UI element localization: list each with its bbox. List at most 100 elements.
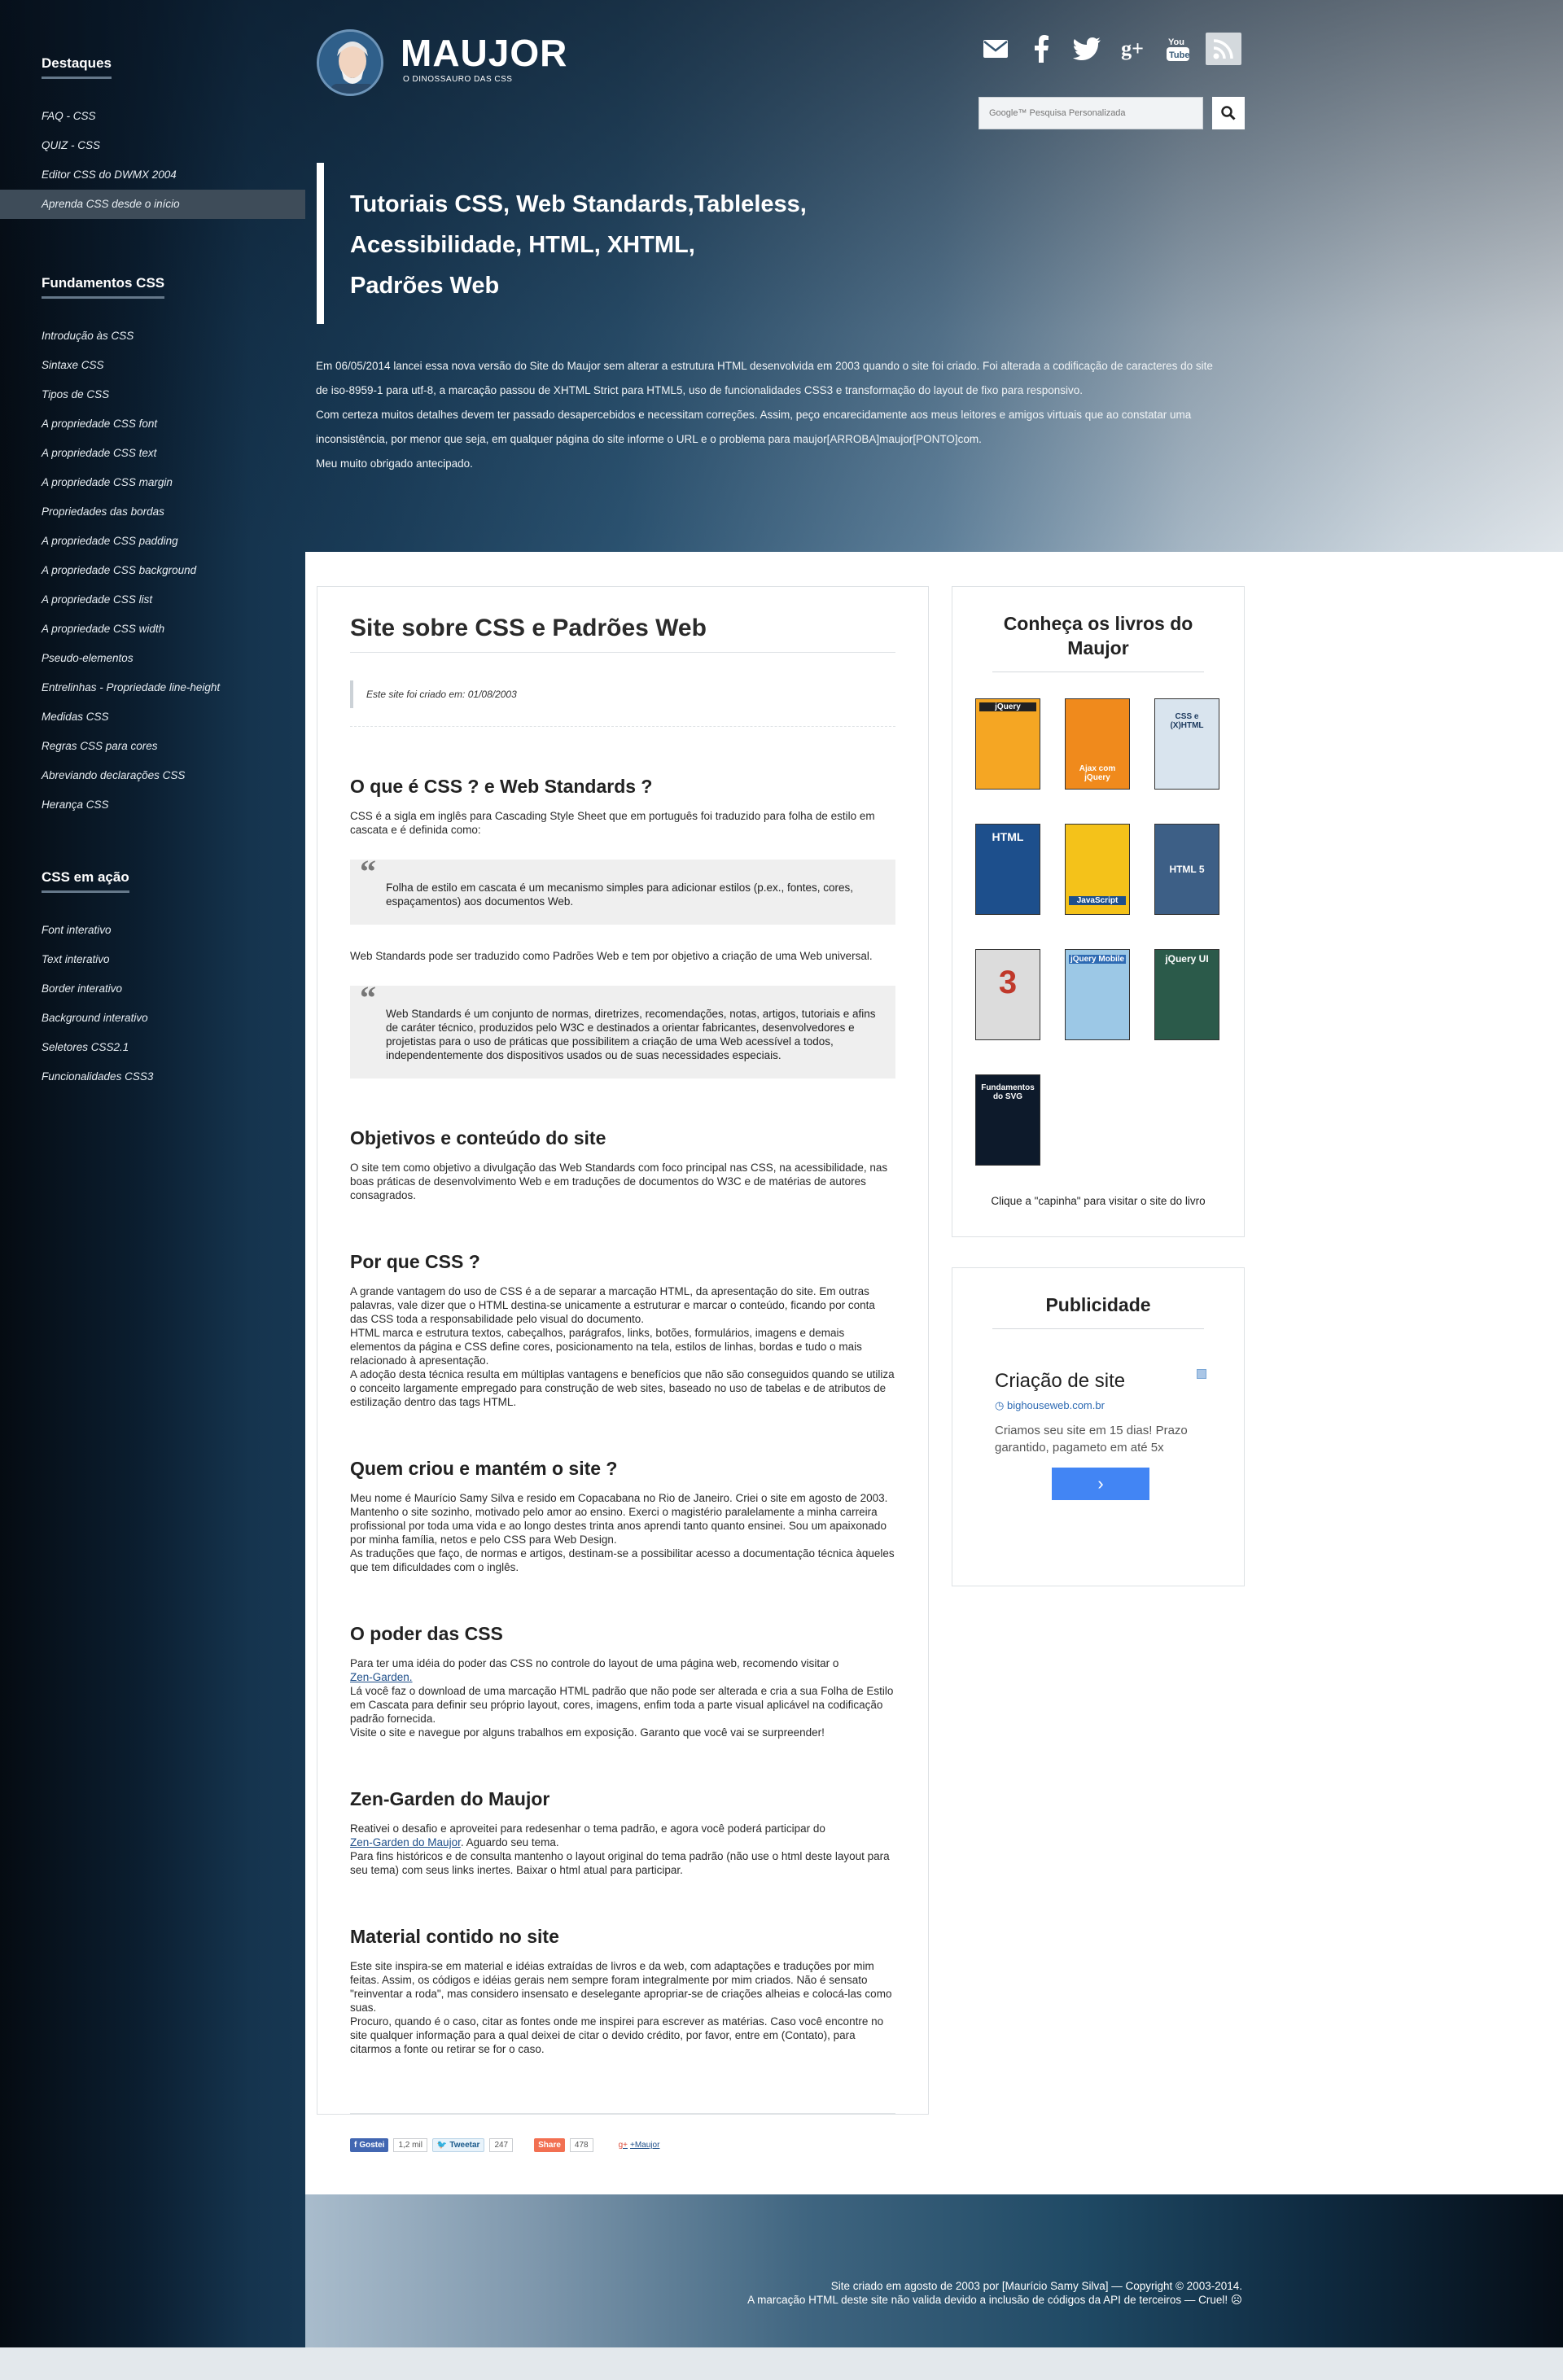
sidebar-item[interactable]: A propriedade CSS font xyxy=(0,409,305,439)
sidebar-item[interactable]: Funcionalidades CSS3 xyxy=(0,1062,305,1092)
book-cover-svg[interactable]: Fundamentos do SVG xyxy=(975,1074,1040,1166)
paragraph: As traduções que faço, de normas e artig… xyxy=(350,1547,895,1573)
google-plus-label: +Maujor xyxy=(630,2141,660,2150)
sidebar-item[interactable]: Entrelinhas - Propriedade line-height xyxy=(0,673,305,702)
paragraph: A adoção desta técnica resulta em múltip… xyxy=(350,1368,895,1408)
google-plus-button[interactable]: g+ +Maujor xyxy=(614,2138,664,2152)
sidebar-item-editor[interactable]: Editor CSS do DWMX 2004 xyxy=(0,160,305,190)
book-cover-jquery-ui[interactable]: jQuery UI xyxy=(1154,949,1219,1040)
footer: Site criado em agosto de 2003 por [Maurí… xyxy=(747,2279,1242,2307)
books-grid: jQuery Ajax com jQuery CSS e (X)HTML HTM… xyxy=(975,698,1244,1166)
sidebar-item[interactable]: Seletores CSS2.1 xyxy=(0,1033,305,1062)
envelope-icon[interactable] xyxy=(978,33,1014,65)
share-button[interactable]: Share xyxy=(534,2138,565,2152)
sidebar-list: Introdução às CSS Sintaxe CSS Tipos de C… xyxy=(0,322,305,820)
sidebar-item[interactable]: A propriedade CSS text xyxy=(0,439,305,468)
google-plus-icon[interactable]: g+ xyxy=(1114,33,1150,65)
book-cover-jquery[interactable]: jQuery xyxy=(975,698,1040,790)
share-label: Share xyxy=(538,2141,561,2150)
facebook-icon[interactable] xyxy=(1023,33,1059,65)
sidebar-item[interactable]: Border interativo xyxy=(0,974,305,1004)
paragraph: Para fins históricos e de consulta mante… xyxy=(350,1850,890,1876)
sidebar-item[interactable]: A propriedade CSS width xyxy=(0,615,305,644)
created-date: Este site foi criado em: 01/08/2003 xyxy=(350,680,895,708)
sidebar-item-quiz[interactable]: QUIZ - CSS xyxy=(0,131,305,160)
section-title: Zen-Garden do Maujor xyxy=(350,1788,550,1809)
ad-button[interactable]: › xyxy=(1052,1468,1149,1500)
intro-paragraph: Meu muito obrigado antecipado. xyxy=(316,457,473,470)
paragraph: A grande vantagem do uso de CSS é a de s… xyxy=(350,1285,875,1325)
sidebar-item[interactable]: Background interativo xyxy=(0,1004,305,1033)
paragraph: Visite o site e navegue por alguns traba… xyxy=(350,1726,825,1739)
intro-text: Em 06/05/2014 lancei essa nova versão do… xyxy=(316,354,1224,476)
share-count: 478 xyxy=(569,2138,593,2152)
paragraph: Reativei o desafio e aproveitei para red… xyxy=(350,1822,895,1849)
ad-choices-icon[interactable] xyxy=(1197,1369,1206,1379)
ad-box-title: Publicidade xyxy=(992,1293,1204,1329)
book-cover-css3[interactable]: 3 xyxy=(975,949,1040,1040)
sidebar-item[interactable]: Herança CSS xyxy=(0,790,305,820)
sidebar-item[interactable]: A propriedade CSS list xyxy=(0,585,305,615)
sidebar: Destaques FAQ - CSS QUIZ - CSS Editor CS… xyxy=(0,0,305,2347)
hero-title: Tutoriais CSS, Web Standards,Tableless, … xyxy=(350,184,871,306)
svg-text:Tube: Tube xyxy=(1169,50,1189,60)
content-area: Site sobre CSS e Padrões Web Este site f… xyxy=(305,552,1563,2194)
google-plus-icon: g+ xyxy=(618,2141,628,2150)
twitter-icon[interactable] xyxy=(1069,33,1105,65)
twitter-icon: 🐦 xyxy=(436,2141,448,2150)
hero-bar xyxy=(317,163,324,324)
sidebar-item-aprenda[interactable]: Aprenda CSS desde o início xyxy=(0,190,305,219)
sidebar-item[interactable]: Regras CSS para cores xyxy=(0,732,305,761)
sidebar-item[interactable]: Text interativo xyxy=(0,945,305,974)
sidebar-item[interactable]: Font interativo xyxy=(0,916,305,945)
book-cover-javascript[interactable]: JavaScript xyxy=(1065,824,1130,915)
book-cover-css-xhtml[interactable]: CSS e (X)HTML xyxy=(1154,698,1219,790)
sidebar-item[interactable]: A propriedade CSS margin xyxy=(0,468,305,497)
youtube-icon[interactable]: You Tube xyxy=(1160,33,1196,65)
zen-garden-link[interactable]: Zen-Garden. xyxy=(350,1671,413,1683)
rss-icon[interactable] xyxy=(1206,33,1241,65)
book-cover-html5[interactable]: HTML 5 xyxy=(1154,824,1219,915)
sidebar-item[interactable]: Tipos de CSS xyxy=(0,380,305,409)
paragraph-text: Reativei o desafio e aproveitei para red… xyxy=(350,1822,825,1835)
quote-text: Folha de estilo em cascata é um mecanism… xyxy=(386,882,854,908)
section-title: O poder das CSS xyxy=(350,1623,503,1644)
tweet-label: Tweetar xyxy=(449,2141,480,2150)
sidebar-item[interactable]: Medidas CSS xyxy=(0,702,305,732)
sidebar-item[interactable]: A propriedade CSS padding xyxy=(0,527,305,556)
logo-title[interactable]: MAUJOR xyxy=(401,31,567,75)
sidebar-item[interactable]: Abreviando declarações CSS xyxy=(0,761,305,790)
sidebar-item[interactable]: Sintaxe CSS xyxy=(0,351,305,380)
books-caption: Clique a "capinha" para visitar o site d… xyxy=(991,1195,1206,1207)
search-button[interactable] xyxy=(1212,97,1245,129)
sidebar-item[interactable]: Introdução às CSS xyxy=(0,322,305,351)
section-title: Material contido no site xyxy=(350,1926,559,1947)
quote-icon: “ xyxy=(360,853,376,890)
book-cover-ajax-jquery[interactable]: Ajax com jQuery xyxy=(1065,698,1130,790)
like-button[interactable]: f Gostei xyxy=(350,2138,389,2152)
ad-link[interactable]: ◷ bighouseweb.com.br xyxy=(995,1399,1244,1412)
sidebar-item-faq[interactable]: FAQ - CSS xyxy=(0,102,305,131)
section-title: Objetivos e conteúdo do site xyxy=(350,1127,606,1148)
footer-line: A marcação HTML deste site não valida de… xyxy=(747,2294,1242,2306)
sidebar-item[interactable]: Propriedades das bordas xyxy=(0,497,305,527)
sidebar-section-title: Fundamentos CSS xyxy=(42,275,165,299)
search-input[interactable] xyxy=(979,97,1203,129)
sidebar-item[interactable]: Pseudo-elementos xyxy=(0,644,305,673)
books-box: Conheça os livros do Maujor jQuery Ajax … xyxy=(952,586,1245,1237)
ad-box: Publicidade Criação de site ◷ bighousewe… xyxy=(952,1267,1245,1586)
search-icon xyxy=(1221,106,1236,120)
logo-avatar[interactable] xyxy=(317,29,383,96)
book-cover-html[interactable]: HTML xyxy=(975,824,1040,915)
zen-garden-maujor-link[interactable]: Zen-Garden do Maujor xyxy=(350,1836,461,1848)
section-title: Por que CSS ? xyxy=(350,1251,480,1272)
sidebar-section-css-em-acao: CSS em ação Font interativo Text interat… xyxy=(0,869,305,1092)
ad-title[interactable]: Criação de site xyxy=(995,1370,1244,1393)
hero-line: Acessibilidade, HTML, XHTML, xyxy=(350,232,695,258)
blockquote: “ Folha de estilo em cascata é um mecanis… xyxy=(350,853,895,925)
tweet-button[interactable]: 🐦 Tweetar xyxy=(431,2138,485,2152)
section-title: O que é CSS ? e Web Standards ? xyxy=(350,776,653,797)
book-cover-jquery-mobile[interactable]: jQuery Mobile xyxy=(1065,949,1130,1040)
intro-paragraph: Com certeza muitos detalhes devem ter pa… xyxy=(316,409,1192,445)
sidebar-item[interactable]: A propriedade CSS background xyxy=(0,556,305,585)
